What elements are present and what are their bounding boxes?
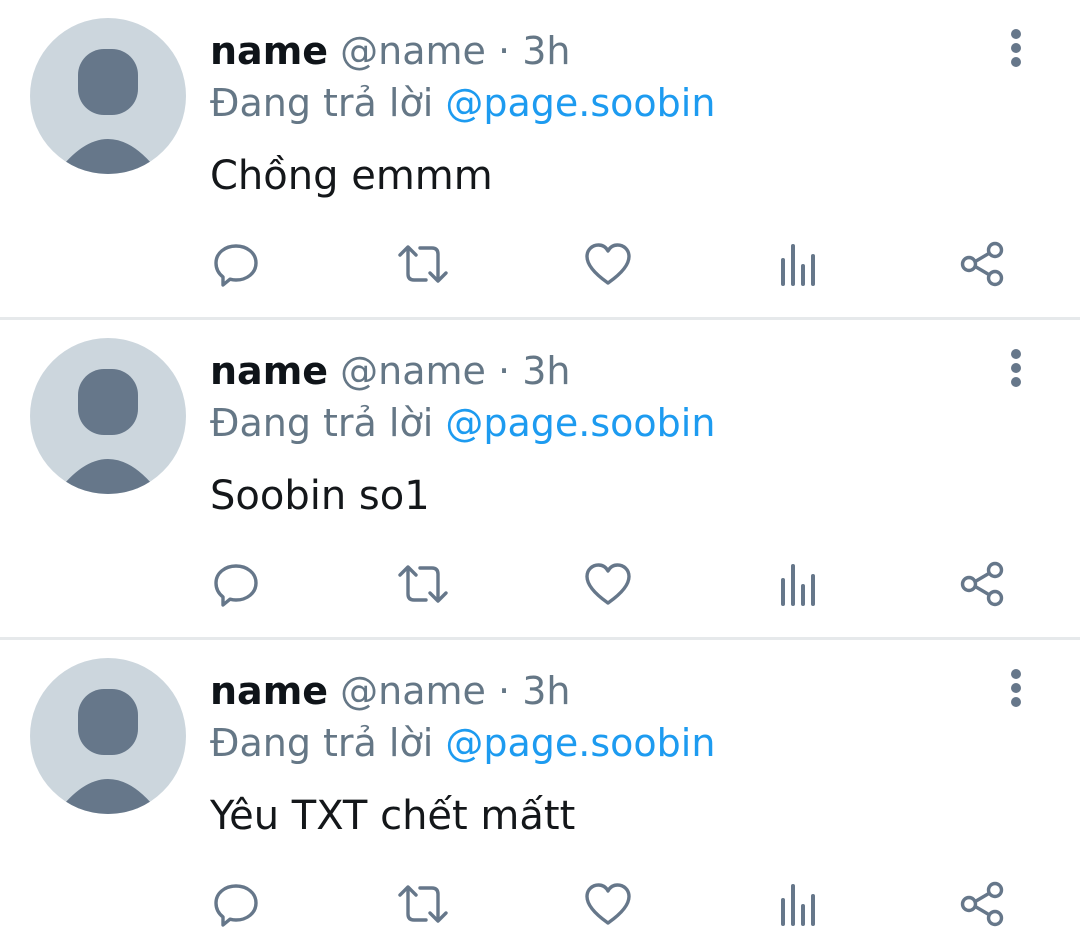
tweet-header: name @name · 3h: [210, 24, 570, 78]
reply-context: Đang trả lời @page.soobin: [210, 716, 715, 770]
tweet[interactable]: name @name · 3h Đang trả lời @page.soobi…: [0, 320, 1080, 640]
avatar[interactable]: [30, 658, 186, 814]
user-handle[interactable]: @name: [340, 29, 486, 73]
bar-chart-icon: [781, 884, 815, 926]
display-name[interactable]: name: [210, 669, 328, 713]
reply-context: Đang trả lời @page.soobin: [210, 396, 715, 450]
views-button[interactable]: [768, 556, 824, 612]
share-nodes-icon: [960, 241, 1004, 287]
tweet-header: name @name · 3h: [210, 344, 570, 398]
avatar[interactable]: [30, 18, 186, 174]
tweet-text: Soobin so1: [210, 473, 430, 519]
user-handle[interactable]: @name: [340, 669, 486, 713]
heart-icon: [585, 563, 631, 605]
separator-dot: ·: [498, 669, 511, 713]
tweet-header: name @name · 3h: [210, 664, 570, 718]
views-button[interactable]: [768, 236, 824, 292]
more-options-button[interactable]: [996, 662, 1036, 714]
like-button[interactable]: [580, 556, 636, 612]
retweet-button[interactable]: [395, 236, 451, 292]
speech-bubble-icon: [214, 884, 258, 927]
reply-mention-link[interactable]: @page.soobin: [445, 721, 715, 765]
speech-bubble-icon: [214, 564, 258, 607]
retweet-arrows-icon: [398, 565, 448, 603]
speech-bubble-icon: [214, 244, 258, 287]
reply-prefix: Đang trả lời: [210, 401, 434, 445]
retweet-arrows-icon: [398, 885, 448, 923]
vertical-dots-icon: [1011, 669, 1021, 707]
default-avatar-icon: [56, 49, 160, 174]
share-nodes-icon: [960, 881, 1004, 927]
default-avatar-icon: [56, 689, 160, 814]
separator-dot: ·: [498, 29, 511, 73]
like-button[interactable]: [580, 236, 636, 292]
reply-button[interactable]: [208, 236, 264, 292]
display-name[interactable]: name: [210, 29, 328, 73]
default-avatar-icon: [56, 369, 160, 494]
retweet-arrows-icon: [398, 245, 448, 283]
user-handle[interactable]: @name: [340, 349, 486, 393]
reply-mention-link[interactable]: @page.soobin: [445, 401, 715, 445]
reply-feed: name @name · 3h Đang trả lời @page.soobi…: [0, 0, 1080, 948]
avatar[interactable]: [30, 338, 186, 494]
reply-prefix: Đang trả lời: [210, 721, 434, 765]
vertical-dots-icon: [1011, 349, 1021, 387]
views-button[interactable]: [768, 876, 824, 932]
timestamp[interactable]: 3h: [522, 29, 570, 73]
share-button[interactable]: [954, 236, 1010, 292]
tweet-text: Yêu TXT chết mấtt: [210, 793, 576, 839]
more-options-button[interactable]: [996, 22, 1036, 74]
reply-prefix: Đang trả lời: [210, 81, 434, 125]
tweet[interactable]: name @name · 3h Đang trả lời @page.soobi…: [0, 0, 1080, 320]
retweet-button[interactable]: [395, 556, 451, 612]
share-nodes-icon: [960, 561, 1004, 607]
timestamp[interactable]: 3h: [522, 349, 570, 393]
retweet-button[interactable]: [395, 876, 451, 932]
reply-button[interactable]: [208, 876, 264, 932]
bar-chart-icon: [781, 244, 815, 286]
reply-context: Đang trả lời @page.soobin: [210, 76, 715, 130]
tweet[interactable]: name @name · 3h Đang trả lời @page.soobi…: [0, 640, 1080, 948]
share-button[interactable]: [954, 876, 1010, 932]
timestamp[interactable]: 3h: [522, 669, 570, 713]
display-name[interactable]: name: [210, 349, 328, 393]
separator-dot: ·: [498, 349, 511, 393]
tweet-text: Chồng emmm: [210, 153, 493, 199]
like-button[interactable]: [580, 876, 636, 932]
bar-chart-icon: [781, 564, 815, 606]
heart-icon: [585, 883, 631, 925]
vertical-dots-icon: [1011, 29, 1021, 67]
reply-button[interactable]: [208, 556, 264, 612]
reply-mention-link[interactable]: @page.soobin: [445, 81, 715, 125]
heart-icon: [585, 243, 631, 285]
more-options-button[interactable]: [996, 342, 1036, 394]
share-button[interactable]: [954, 556, 1010, 612]
